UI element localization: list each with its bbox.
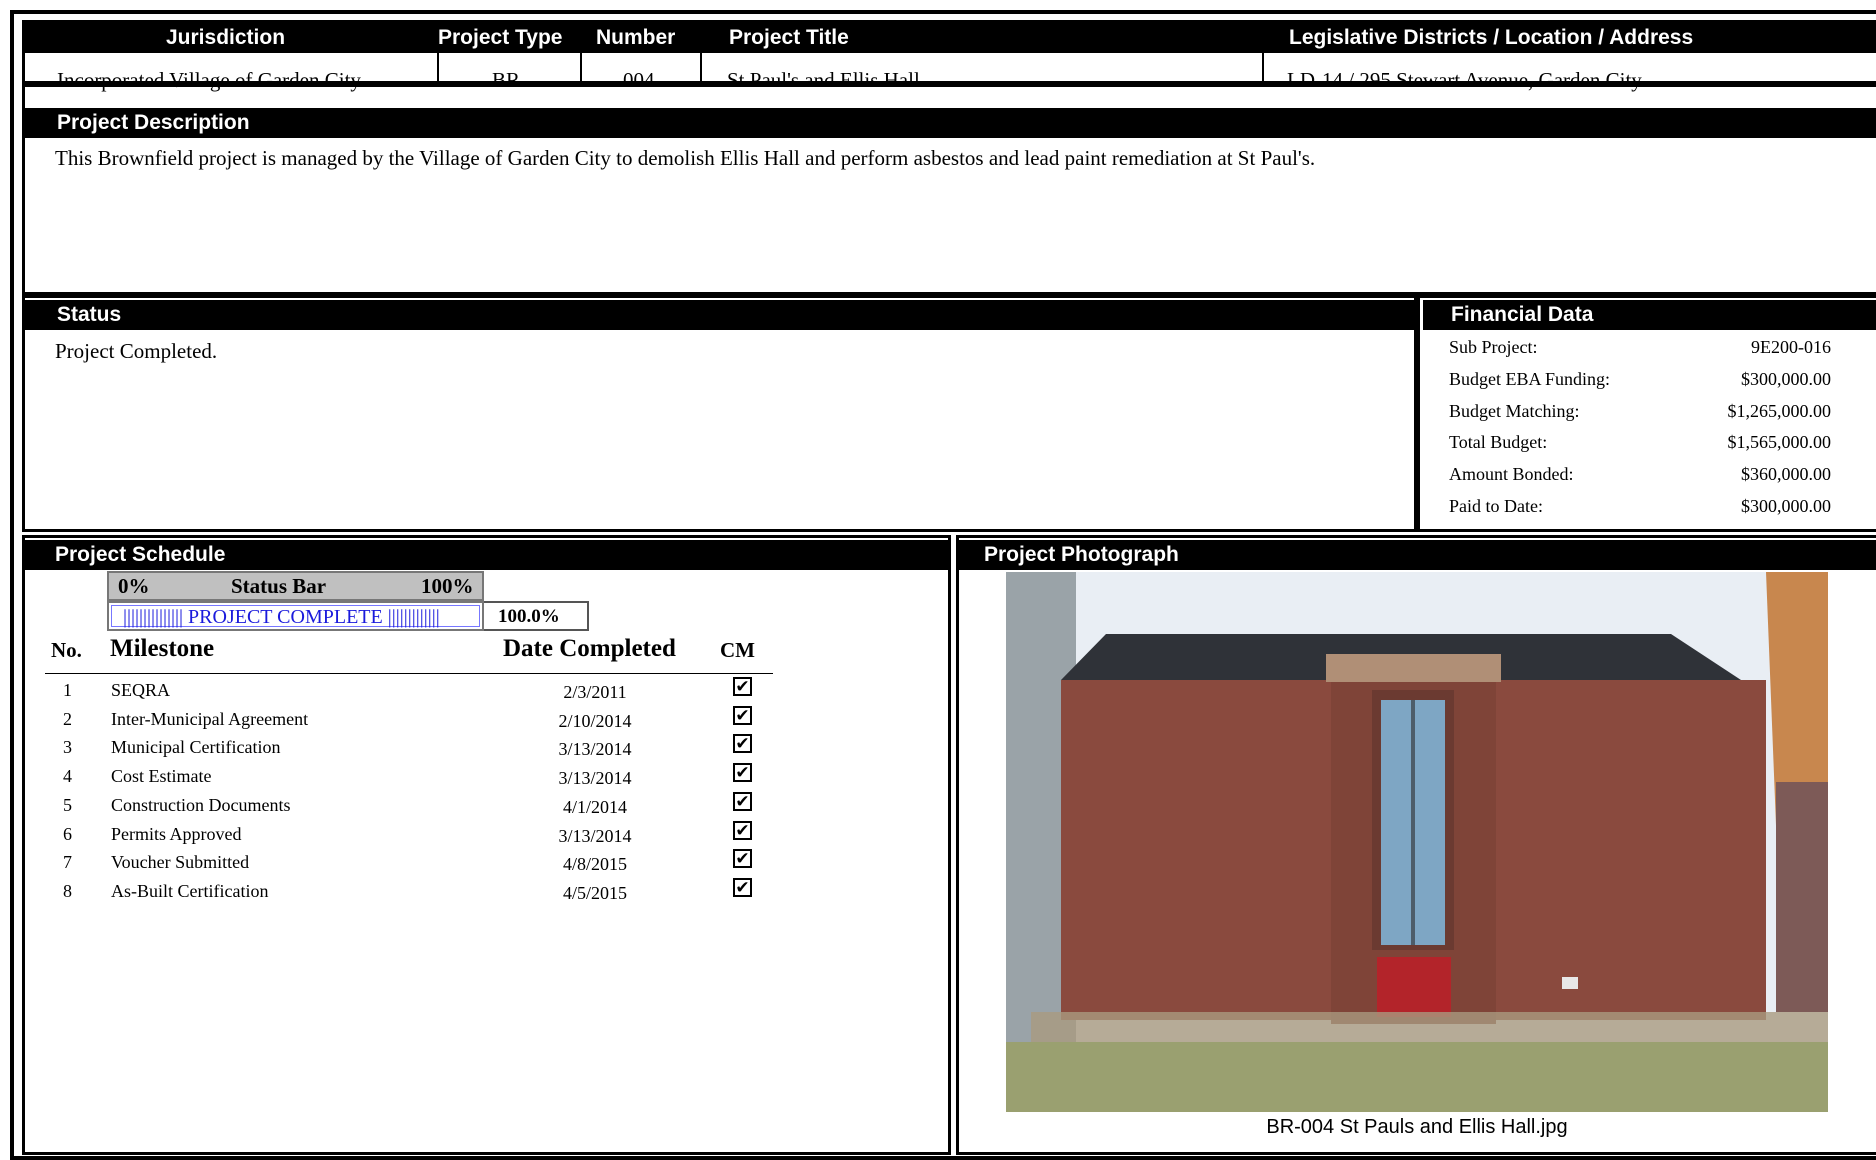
photo-title: Project Photograph bbox=[959, 540, 1876, 570]
photo-plaque bbox=[1562, 977, 1578, 989]
schedule-title: Project Schedule bbox=[25, 540, 948, 570]
description-text: This Brownfield project is managed by th… bbox=[55, 146, 1316, 170]
cm-checkbox[interactable]: ✔ bbox=[733, 849, 752, 869]
milestone-name: As-Built Certification bbox=[111, 880, 269, 901]
status-box bbox=[22, 295, 1417, 532]
cm-checkbox[interactable]: ✔ bbox=[733, 734, 752, 754]
description-title: Project Description bbox=[25, 108, 1876, 138]
photo-caption: BR-004 St Pauls and Ellis Hall.jpg bbox=[1266, 1116, 1568, 1138]
financial-value: $1,565,000.00 bbox=[1727, 432, 1832, 453]
cm-checkbox[interactable]: ✔ bbox=[733, 820, 752, 840]
financial-title: Financial Data bbox=[1423, 300, 1876, 330]
milestone-number: 2 bbox=[63, 708, 72, 729]
financial-value: $300,000.00 bbox=[1741, 496, 1831, 516]
cm-checkbox[interactable]: ✔ bbox=[733, 763, 752, 783]
cm-checkbox[interactable]: ✔ bbox=[733, 877, 752, 897]
financial-value: $1,265,000.00 bbox=[1727, 400, 1832, 421]
progress-percent: 100.0% bbox=[484, 601, 589, 631]
header-project-type: Project Type bbox=[438, 26, 563, 49]
status-title: Status bbox=[25, 300, 1414, 330]
financial-label: Budget EBA Funding: bbox=[1449, 368, 1611, 389]
milestone-number: 6 bbox=[63, 823, 72, 844]
schedule-title-text: Project Schedule bbox=[55, 543, 226, 566]
header-project-title: Project Title bbox=[729, 26, 849, 49]
financial-value: $360,000.00 bbox=[1741, 464, 1831, 485]
progress-percent-text: 100.0% bbox=[498, 606, 560, 627]
milestone-name: Municipal Certification bbox=[111, 737, 281, 758]
cm-checkbox[interactable]: ✔ bbox=[733, 677, 752, 696]
milestone-number: 4 bbox=[63, 766, 72, 787]
financial-title-text: Financial Data bbox=[1451, 303, 1594, 326]
milestone-date: 4/8/2015 bbox=[562, 854, 627, 875]
milestone-name: Inter-Municipal Agreement bbox=[111, 708, 309, 729]
financial-value: 9E200-016 bbox=[1751, 337, 1831, 357]
milestone-date: 2/3/2011 bbox=[563, 682, 627, 702]
header-jurisdiction: Jurisdiction bbox=[166, 26, 286, 49]
milestone-name: SEQRA bbox=[111, 680, 171, 700]
financial-label: Paid to Date: bbox=[1449, 496, 1543, 516]
cm-checkbox[interactable]: ✔ bbox=[733, 705, 752, 725]
milestone-date: 2/10/2014 bbox=[558, 710, 632, 731]
header-divider bbox=[700, 53, 702, 83]
milestone-number: 1 bbox=[63, 680, 72, 700]
milestone-date: 3/13/2014 bbox=[558, 825, 632, 846]
status-bar-header: 0% Status Bar 100% bbox=[107, 571, 484, 601]
photo-title-text: Project Photograph bbox=[984, 543, 1179, 566]
financial-value: $300,000.00 bbox=[1741, 368, 1831, 389]
milestone-name: Cost Estimate bbox=[111, 766, 212, 787]
col-no: No. bbox=[51, 638, 82, 662]
status-bar-max: 100% bbox=[421, 574, 474, 598]
milestone-number: 7 bbox=[63, 852, 72, 873]
progress-bar: ||||||||||||||| PROJECT COMPLETE |||||||… bbox=[107, 601, 484, 631]
financial-label: Total Budget: bbox=[1449, 432, 1548, 453]
photo-door bbox=[1377, 957, 1451, 1017]
cm-checkbox[interactable]: ✔ bbox=[733, 791, 752, 811]
financial-label: Amount Bonded: bbox=[1449, 464, 1574, 485]
milestone-date: 3/13/2014 bbox=[558, 768, 632, 789]
status-text: Project Completed. bbox=[55, 339, 218, 363]
milestone-number: 5 bbox=[63, 794, 72, 815]
status-bar-title: Status Bar bbox=[231, 574, 327, 598]
header-divider bbox=[1262, 53, 1264, 83]
description-title-text: Project Description bbox=[57, 111, 250, 134]
header-location: Legislative Districts / Location / Addre… bbox=[1289, 26, 1694, 49]
col-date: Date Completed bbox=[503, 635, 676, 662]
status-bar-min: 0% bbox=[118, 574, 150, 598]
status-title-text: Status bbox=[57, 303, 122, 326]
financial-label: Budget Matching: bbox=[1449, 400, 1580, 421]
milestone-date: 4/5/2015 bbox=[562, 882, 627, 903]
milestone-name: Voucher Submitted bbox=[111, 852, 250, 873]
progress-text: ||||||||||||||| PROJECT COMPLETE |||||||… bbox=[123, 606, 440, 628]
milestone-date: 4/1/2014 bbox=[562, 796, 627, 817]
header-divider bbox=[437, 53, 439, 83]
header-number: Number bbox=[596, 26, 676, 49]
project-photograph bbox=[1006, 572, 1828, 1112]
milestone-name: Construction Documents bbox=[111, 794, 291, 815]
photo-tower-trim bbox=[1326, 654, 1501, 682]
col-milestone: Milestone bbox=[110, 635, 215, 662]
photo-building-right bbox=[1776, 782, 1828, 1012]
milestone-number: 8 bbox=[63, 880, 72, 901]
schedule-header-rule bbox=[45, 673, 773, 674]
financial-label: Sub Project: bbox=[1449, 337, 1538, 357]
milestone-date: 3/13/2014 bbox=[558, 739, 632, 760]
milestone-number: 3 bbox=[63, 737, 72, 758]
header-divider bbox=[580, 53, 582, 83]
col-cm: CM bbox=[720, 638, 755, 662]
photo-grass bbox=[1006, 1042, 1828, 1112]
milestone-name: Permits Approved bbox=[111, 823, 242, 844]
